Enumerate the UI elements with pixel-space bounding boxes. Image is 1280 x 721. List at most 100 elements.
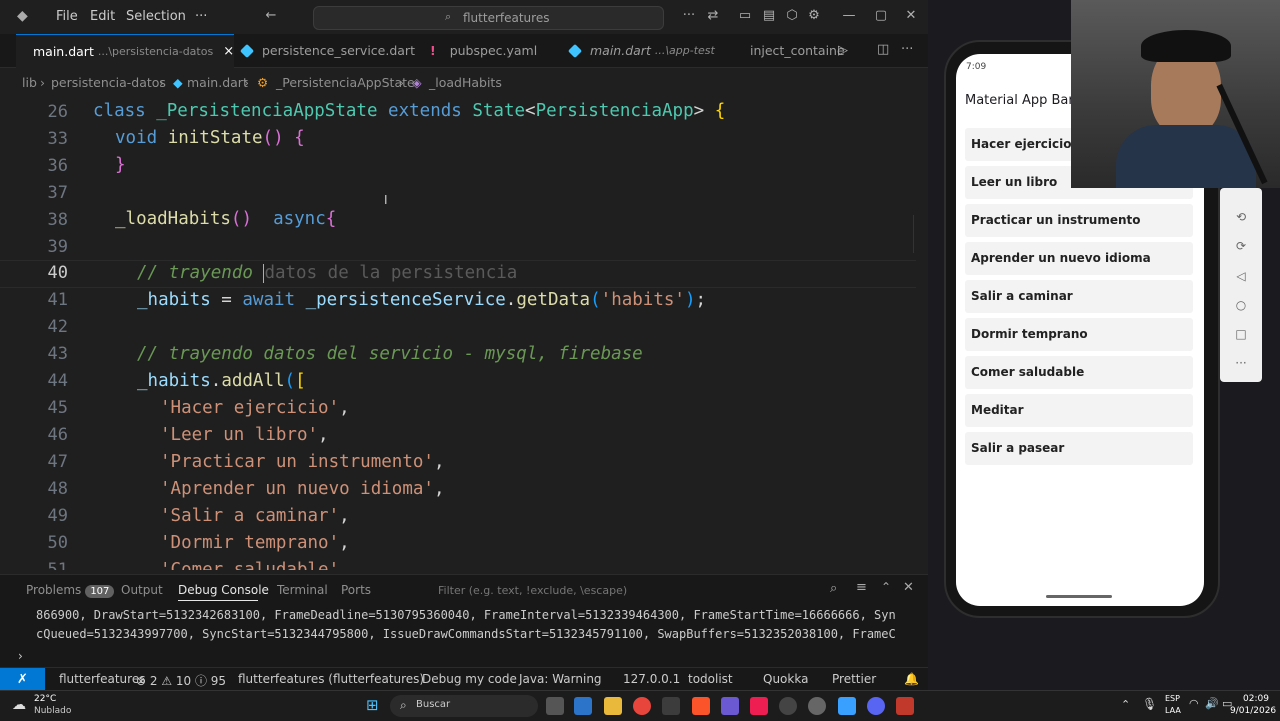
brave-icon[interactable] <box>692 697 710 715</box>
chrome-icon[interactable] <box>633 697 651 715</box>
command-center-search[interactable]: ⌕ flutterfeatures <box>313 6 664 30</box>
extensions-icon[interactable]: ⬡ <box>783 8 801 23</box>
status-prettier[interactable]: Prettier <box>832 672 876 686</box>
overview-icon[interactable]: □ <box>1220 327 1262 341</box>
run-icon[interactable]: ▷ <box>838 43 848 58</box>
status-debug[interactable]: Debug my code <box>422 672 517 686</box>
menu-more[interactable]: ··· <box>195 9 207 24</box>
lang-indicator[interactable]: ESP <box>1165 694 1180 703</box>
status-java[interactable]: Java: Warning <box>519 672 602 686</box>
clock-date[interactable]: 9/01/2026 <box>1230 706 1276 716</box>
status-bar: ✗ flutterfeatures ⊗ 2 ⚠ 10 ⓘ 95 flutterf… <box>0 667 928 690</box>
wifi-icon[interactable]: ◠ <box>1189 697 1199 710</box>
obs-icon[interactable] <box>779 697 797 715</box>
code-editor[interactable]: 26 33 36 37 38 39 40 41 42 43 44 45 46 4… <box>0 98 928 570</box>
terraform-icon[interactable] <box>896 697 914 715</box>
minimap-slider[interactable] <box>913 215 928 253</box>
tab-persistence-service[interactable]: persistence_service.dart <box>232 34 422 67</box>
panel-tab-output[interactable]: Output <box>121 583 163 597</box>
panel-tab-terminal[interactable]: Terminal <box>277 583 328 597</box>
panel-tab-ports[interactable]: Ports <box>341 583 371 597</box>
menu-selection[interactable]: Selection <box>126 9 186 24</box>
status-todolist[interactable]: todolist <box>688 672 733 686</box>
status-live-server[interactable]: 127.0.0.1 <box>623 672 680 686</box>
remote-icon[interactable]: ✗ <box>0 668 45 690</box>
list-item[interactable]: Aprender un nuevo idioma <box>965 242 1193 275</box>
code-line: 'Dormir temprano', <box>160 533 350 553</box>
task-view-icon[interactable] <box>546 697 564 715</box>
breadcrumb-file[interactable]: main.dart <box>187 75 248 90</box>
breadcrumb-class[interactable]: _PersistenciaAppState <box>276 75 415 90</box>
back-arrow-icon[interactable]: ← <box>262 8 280 23</box>
breadcrumb-folder[interactable]: persistencia-datos <box>51 75 166 90</box>
list-item[interactable]: Salir a pasear <box>965 432 1193 465</box>
close-icon[interactable]: ✕ <box>902 8 920 23</box>
menu-file[interactable]: File <box>56 9 78 24</box>
line-number: 26 <box>47 102 68 122</box>
bing-icon[interactable] <box>838 697 856 715</box>
more-icon[interactable]: ··· <box>1220 356 1262 370</box>
tab-inject-container[interactable]: inject_containe <box>730 34 844 67</box>
search-icon[interactable]: ⌕ <box>830 581 837 596</box>
breadcrumb-method[interactable]: _loadHabits <box>429 75 502 90</box>
vscode-taskbar-icon[interactable] <box>662 697 680 715</box>
split-editor-icon[interactable]: ◫ <box>877 42 889 57</box>
status-problems[interactable]: ⊗ 2 ⚠ 10 ⓘ 95 <box>136 672 226 689</box>
tab-pubspec[interactable]: ! pubspec.yaml <box>420 34 560 67</box>
console-line: 866900, DrawStart=5132342683100, FrameDe… <box>36 608 896 622</box>
dart-file-icon <box>567 43 583 58</box>
panel-tab-debug-console[interactable]: Debug Console <box>178 583 269 597</box>
swap-icon[interactable]: ⇄ <box>704 8 722 23</box>
panel-tab-problems[interactable]: Problems 107 <box>26 583 115 598</box>
list-item[interactable]: Salir a caminar <box>965 280 1193 313</box>
close-panel-icon[interactable]: ✕ <box>903 580 914 595</box>
clock-time[interactable]: 02:09 <box>1243 694 1269 704</box>
status-device[interactable]: flutterfeatures (flutterfeatures) <box>238 672 424 686</box>
more-actions-icon[interactable]: ··· <box>901 42 913 57</box>
notifications-bell-icon[interactable]: 🔔 <box>904 672 919 686</box>
chevron-up-icon[interactable]: ⌃ <box>1121 698 1130 711</box>
code-line: 'Practicar un instrumento', <box>160 452 445 472</box>
tab-path: ...\app-test <box>654 44 715 57</box>
mic-icon[interactable]: 🎙 <box>1142 697 1157 711</box>
breadcrumb-lib[interactable]: lib <box>22 75 37 90</box>
line-number: 49 <box>47 506 68 526</box>
chatgpt-icon[interactable] <box>808 697 826 715</box>
gesture-nav-bar[interactable] <box>1046 595 1112 598</box>
phone-status-time: 7:09 <box>966 62 987 72</box>
line-number: 44 <box>47 371 68 391</box>
rotate-right-icon[interactable]: ⟳ <box>1220 239 1262 253</box>
gear-icon[interactable]: ⚙ <box>805 8 823 23</box>
copilot-icon[interactable] <box>574 697 592 715</box>
clear-console-icon[interactable]: ≡ <box>856 580 867 595</box>
rotate-icon[interactable]: ⟲ <box>1220 210 1262 224</box>
menu-edit[interactable]: Edit <box>90 9 115 24</box>
layout-sidebar-icon[interactable]: ▭ <box>736 8 754 23</box>
layout-panel-icon[interactable]: ▤ <box>760 8 778 23</box>
discord-icon[interactable] <box>867 697 885 715</box>
tab-label: main.dart <box>33 44 94 59</box>
taskbar-search[interactable]: ⌕ Buscar <box>390 695 538 717</box>
back-icon[interactable]: ◁ <box>1220 269 1262 283</box>
console-filter-input[interactable] <box>436 581 820 599</box>
app-icon[interactable] <box>721 697 739 715</box>
volume-icon[interactable]: 🔊 <box>1205 697 1219 710</box>
maximize-icon[interactable]: ▢ <box>872 8 890 23</box>
chevron-up-icon[interactable]: ⌃ <box>881 580 891 594</box>
minimize-icon[interactable]: — <box>840 8 858 23</box>
windows-start-icon[interactable]: ⊞ <box>366 696 379 714</box>
list-item[interactable]: Comer saludable <box>965 356 1193 389</box>
status-quokka[interactable]: Quokka <box>763 672 808 686</box>
list-item[interactable]: Dormir temprano <box>965 318 1193 351</box>
more-icon[interactable]: ··· <box>680 8 698 23</box>
tab-path: ...\persistencia-datos <box>97 45 214 58</box>
tab-main-dart-app-test[interactable]: main.dart ...\app-test <box>560 34 740 67</box>
tiktok-icon[interactable] <box>750 697 768 715</box>
file-explorer-icon[interactable] <box>604 697 622 715</box>
command-center-label: flutterfeatures <box>463 11 550 25</box>
list-item[interactable]: Meditar <box>965 394 1193 427</box>
tab-main-dart-persistencia[interactable]: main.dart ...\persistencia-datos × <box>16 34 234 68</box>
home-icon[interactable]: ○ <box>1220 298 1262 312</box>
status-project[interactable]: flutterfeatures <box>59 672 145 686</box>
list-item[interactable]: Practicar un instrumento <box>965 204 1193 237</box>
